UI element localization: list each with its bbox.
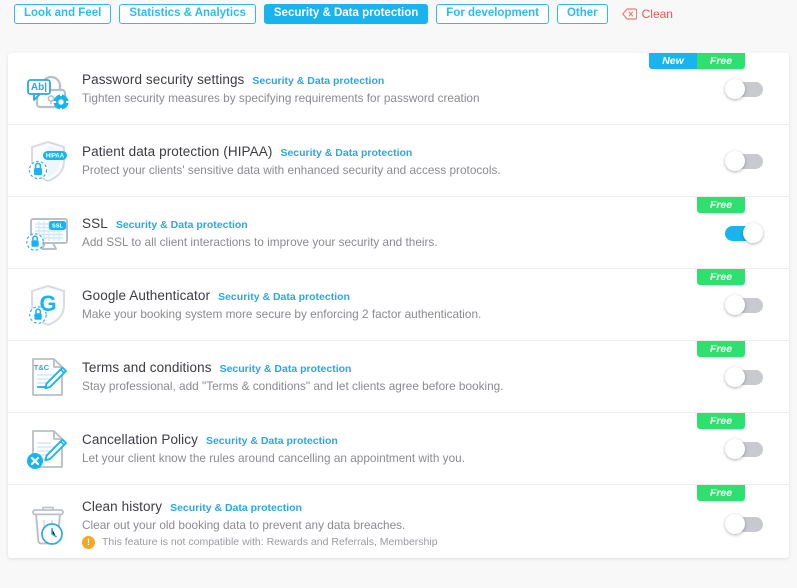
feature-row: Free Cancellation Policy Security & Data… bbox=[8, 413, 789, 485]
feature-title: Google Authenticator bbox=[82, 288, 211, 303]
feature-category-link[interactable]: Security & Data protection bbox=[206, 435, 338, 447]
feature-title: Patient data protection (HIPAA) bbox=[82, 144, 273, 159]
svg-text:Ab|: Ab| bbox=[31, 82, 47, 93]
ssl-monitor-icon: SSL bbox=[20, 205, 76, 261]
google-authenticator-shield-icon: G bbox=[20, 277, 76, 333]
feature-text-block: Password security settings Security & Da… bbox=[76, 72, 480, 105]
feature-description: Make your booking system more secure by … bbox=[82, 307, 482, 321]
toggle-knob bbox=[725, 366, 745, 387]
svg-text:HIPAA: HIPAA bbox=[46, 153, 65, 159]
feature-toggle[interactable] bbox=[725, 366, 763, 387]
badge-group: Free bbox=[697, 269, 745, 285]
warning-text: This feature is not compatible with: Rew… bbox=[102, 536, 438, 548]
feature-title: Password security settings bbox=[82, 72, 245, 87]
feature-title-line: Password security settings Security & Da… bbox=[82, 72, 480, 87]
feature-title: Cancellation Policy bbox=[82, 432, 198, 447]
backspace-delete-icon bbox=[621, 8, 637, 20]
toggle-knob bbox=[725, 78, 745, 99]
feature-toggle[interactable] bbox=[725, 222, 763, 243]
badge-free: Free bbox=[697, 341, 745, 357]
feature-title: Terms and conditions bbox=[82, 360, 212, 375]
svg-text:T&C: T&C bbox=[34, 363, 50, 372]
toggle-knob bbox=[725, 513, 745, 534]
feature-toggle[interactable] bbox=[725, 150, 763, 171]
feature-title: Clean history bbox=[82, 498, 163, 514]
feature-toggle[interactable] bbox=[725, 513, 763, 534]
feature-category-link[interactable]: Security & Data protection bbox=[280, 147, 412, 159]
feature-title-line: Patient data protection (HIPAA) Security… bbox=[82, 144, 501, 159]
feature-toggle[interactable] bbox=[725, 294, 763, 315]
badge-free: Free bbox=[697, 197, 745, 213]
feature-title-line: Cancellation Policy Security & Data prot… bbox=[82, 432, 465, 447]
feature-row: Free SSL SSL Security & Data protection … bbox=[8, 197, 789, 269]
feature-text-block: Google Authenticator Security & Data pro… bbox=[76, 288, 481, 321]
tab-security-data-protection[interactable]: Security & Data protection bbox=[263, 4, 429, 24]
feature-category-link[interactable]: Security & Data protection bbox=[116, 219, 248, 231]
compatibility-warning: ! This feature is not compatible with: R… bbox=[82, 535, 438, 549]
feature-text-block: Clean history Security & Data protection… bbox=[76, 499, 438, 549]
feature-row: Free Clean history Security & Data prote… bbox=[8, 485, 789, 558]
badge-group: Free bbox=[697, 341, 745, 357]
clean-button[interactable]: Clean bbox=[621, 7, 673, 21]
feature-title-line: Terms and conditions Security & Data pro… bbox=[82, 360, 504, 375]
feature-row: HIPAA Patient data protection (HIPAA) Se… bbox=[8, 125, 789, 197]
feature-category-link[interactable]: Security & Data protection bbox=[170, 502, 302, 514]
svg-text:SSL: SSL bbox=[52, 223, 63, 229]
feature-toggle[interactable] bbox=[725, 438, 763, 459]
feature-text-block: Terms and conditions Security & Data pro… bbox=[76, 360, 504, 393]
tab-look-and-feel[interactable]: Look and Feel bbox=[14, 4, 112, 24]
feature-title-line: Google Authenticator Security & Data pro… bbox=[82, 288, 481, 303]
feature-description: Stay professional, add "Terms & conditio… bbox=[82, 379, 504, 393]
hipaa-shield-icon: HIPAA bbox=[20, 133, 76, 189]
feature-list-card: New Free Ab| Password security settings S… bbox=[8, 53, 789, 558]
password-lock-icon: Ab| bbox=[20, 61, 76, 117]
cancellation-document-x-icon bbox=[20, 421, 76, 477]
feature-settings-page: Look and Feel Statistics & Analytics Secur… bbox=[0, 0, 797, 588]
feature-title: SSL bbox=[82, 216, 108, 231]
feature-text-block: SSL Security & Data protection Add SSL t… bbox=[76, 216, 438, 249]
badge-group: New Free bbox=[649, 53, 745, 69]
badge-free: Free bbox=[697, 53, 745, 69]
feature-description: Clear out your old booking data to preve… bbox=[82, 517, 406, 532]
badge-group: Free bbox=[697, 413, 745, 429]
tab-other[interactable]: Other bbox=[556, 4, 608, 24]
feature-row: New Free Ab| Password security settings S… bbox=[8, 53, 789, 125]
feature-row: Free T&C Terms and conditions Security &… bbox=[8, 341, 789, 413]
toggle-knob bbox=[725, 438, 745, 459]
feature-description: Let your client know the rules around ca… bbox=[82, 451, 465, 465]
badge-group: Free bbox=[697, 485, 745, 501]
clean-label: Clean bbox=[641, 7, 673, 21]
feature-description: Add SSL to all client interactions to im… bbox=[82, 235, 438, 249]
page-scrollbar[interactable] bbox=[793, 0, 797, 588]
feature-description: Tighten security measures by specifying … bbox=[82, 91, 480, 105]
feature-title-line: Clean history Security & Data protection bbox=[82, 499, 438, 514]
feature-category-link[interactable]: Security & Data protection bbox=[252, 75, 384, 87]
toggle-knob bbox=[743, 222, 763, 243]
toggle-knob bbox=[725, 150, 745, 171]
category-tab-bar: Look and Feel Statistics & Analytics Secur… bbox=[0, 0, 797, 28]
badge-free: Free bbox=[697, 269, 745, 285]
badge-free: Free bbox=[697, 413, 745, 429]
trash-clock-icon bbox=[20, 496, 76, 552]
terms-document-pencil-icon: T&C bbox=[20, 349, 76, 405]
feature-title-line: SSL Security & Data protection bbox=[82, 216, 438, 231]
feature-category-link[interactable]: Security & Data protection bbox=[220, 363, 352, 375]
tab-statistics-analytics[interactable]: Statistics & Analytics bbox=[119, 4, 256, 24]
feature-category-link[interactable]: Security & Data protection bbox=[218, 291, 350, 303]
tab-for-development[interactable]: For development bbox=[436, 4, 549, 24]
warning-icon: ! bbox=[82, 535, 95, 549]
feature-row: Free G Google Authenticator Security & D… bbox=[8, 269, 789, 341]
toggle-knob bbox=[725, 294, 745, 315]
badge-group: Free bbox=[697, 197, 745, 213]
badge-new: New bbox=[649, 53, 697, 69]
feature-text-block: Cancellation Policy Security & Data prot… bbox=[76, 432, 465, 465]
feature-description: Protect your clients' sensitive data wit… bbox=[82, 163, 501, 177]
feature-text-block: Patient data protection (HIPAA) Security… bbox=[76, 144, 501, 177]
badge-free: Free bbox=[697, 485, 745, 501]
feature-toggle[interactable] bbox=[725, 78, 763, 99]
